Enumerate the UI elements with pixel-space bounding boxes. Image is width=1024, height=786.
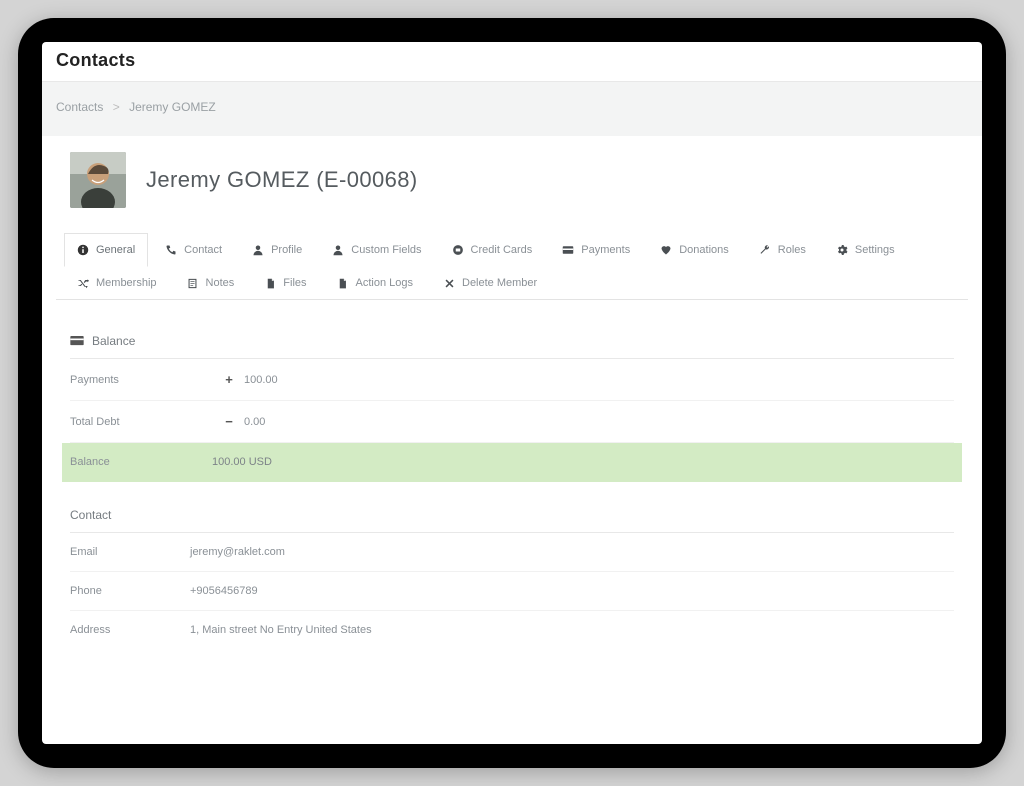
contact-address-row: Address 1, Main street No Entry United S…	[70, 611, 954, 649]
row-label: Total Debt	[70, 416, 220, 428]
tab-label: Notes	[206, 277, 235, 289]
section-title-text: Balance	[92, 334, 135, 348]
row-value: 100.00	[244, 374, 278, 386]
info-circle-icon	[77, 244, 89, 256]
tab-label: Settings	[855, 244, 895, 256]
breadcrumb-current: Jeremy GOMEZ	[129, 100, 216, 114]
tab-profile[interactable]: Profile	[239, 232, 315, 266]
tab-label: Files	[283, 277, 306, 289]
tab-label: Profile	[271, 244, 302, 256]
avatar-image	[70, 152, 126, 208]
tab-label: General	[96, 244, 135, 256]
tab-label: Credit Cards	[471, 244, 533, 256]
card-icon	[70, 336, 84, 346]
credit-card-icon	[452, 244, 464, 256]
tab-label: Donations	[679, 244, 729, 256]
balance-payments-row: Payments + 100.00	[70, 359, 954, 401]
breadcrumb: Contacts > Jeremy GOMEZ	[42, 82, 982, 136]
page-title: Contacts	[56, 50, 968, 71]
app-screen: Contacts Contacts > Jeremy GOMEZ	[42, 42, 982, 744]
shuffle-icon	[77, 277, 89, 289]
file-icon	[264, 277, 276, 289]
row-value: +9056456789	[190, 585, 258, 597]
tab-delete-member[interactable]: Delete Member	[430, 266, 550, 299]
close-icon	[443, 277, 455, 289]
note-icon	[187, 277, 199, 289]
tab-roles[interactable]: Roles	[746, 232, 819, 266]
profile-name-heading: Jeremy GOMEZ (E-00068)	[146, 167, 418, 193]
tab-credit-cards[interactable]: Credit Cards	[439, 232, 546, 266]
wrench-icon	[759, 244, 771, 256]
tab-label: Delete Member	[462, 277, 537, 289]
row-value: 0.00	[244, 416, 265, 428]
row-label: Payments	[70, 374, 220, 386]
balance-total-debt-row: Total Debt − 0.00	[70, 401, 954, 443]
breadcrumb-root-link[interactable]: Contacts	[56, 100, 103, 114]
avatar	[70, 152, 126, 208]
contact-phone-row: Phone +9056456789	[70, 572, 954, 611]
balance-total-row: Balance 100.00 USD	[62, 443, 962, 482]
profile-header: Jeremy GOMEZ (E-00068)	[56, 136, 968, 232]
card-icon	[562, 244, 574, 256]
tab-label: Roles	[778, 244, 806, 256]
phone-icon	[165, 244, 177, 256]
device-frame: Contacts Contacts > Jeremy GOMEZ	[18, 18, 1006, 768]
tab-files[interactable]: Files	[251, 266, 319, 299]
file-icon	[337, 277, 349, 289]
breadcrumb-separator: >	[107, 100, 126, 114]
tab-label: Contact	[184, 244, 222, 256]
page-title-bar: Contacts	[42, 42, 982, 82]
minus-icon: −	[220, 414, 238, 429]
tab-bar: General Contact Profile	[56, 232, 968, 300]
plus-icon: +	[220, 372, 238, 387]
tab-donations[interactable]: Donations	[647, 232, 742, 266]
tab-action-logs[interactable]: Action Logs	[324, 266, 426, 299]
tab-label: Custom Fields	[351, 244, 421, 256]
contact-email-row: Email jeremy@raklet.com	[70, 533, 954, 572]
tab-label: Action Logs	[356, 277, 413, 289]
tab-payments[interactable]: Payments	[549, 232, 643, 266]
general-panel: Balance Payments + 100.00 Total Debt − 0…	[56, 300, 968, 649]
tab-membership[interactable]: Membership	[64, 266, 170, 299]
tab-contact[interactable]: Contact	[152, 232, 235, 266]
row-label: Address	[70, 624, 190, 636]
tab-settings[interactable]: Settings	[823, 232, 908, 266]
row-label: Email	[70, 546, 190, 558]
row-label: Phone	[70, 585, 190, 597]
user-icon	[332, 244, 344, 256]
row-value: 1, Main street No Entry United States	[190, 624, 372, 636]
gear-icon	[836, 244, 848, 256]
balance-section-heading: Balance	[70, 326, 954, 359]
row-value: jeremy@raklet.com	[190, 546, 285, 558]
content-area: Jeremy GOMEZ (E-00068) General Contact	[56, 136, 968, 689]
user-icon	[252, 244, 264, 256]
tab-general[interactable]: General	[64, 233, 148, 267]
tab-custom-fields[interactable]: Custom Fields	[319, 232, 434, 266]
contact-section-heading: Contact	[70, 482, 954, 533]
tab-label: Membership	[96, 277, 157, 289]
tab-notes[interactable]: Notes	[174, 266, 248, 299]
tab-label: Payments	[581, 244, 630, 256]
heart-icon	[660, 244, 672, 256]
row-label: Balance	[70, 456, 212, 468]
row-value: 100.00 USD	[212, 456, 272, 468]
